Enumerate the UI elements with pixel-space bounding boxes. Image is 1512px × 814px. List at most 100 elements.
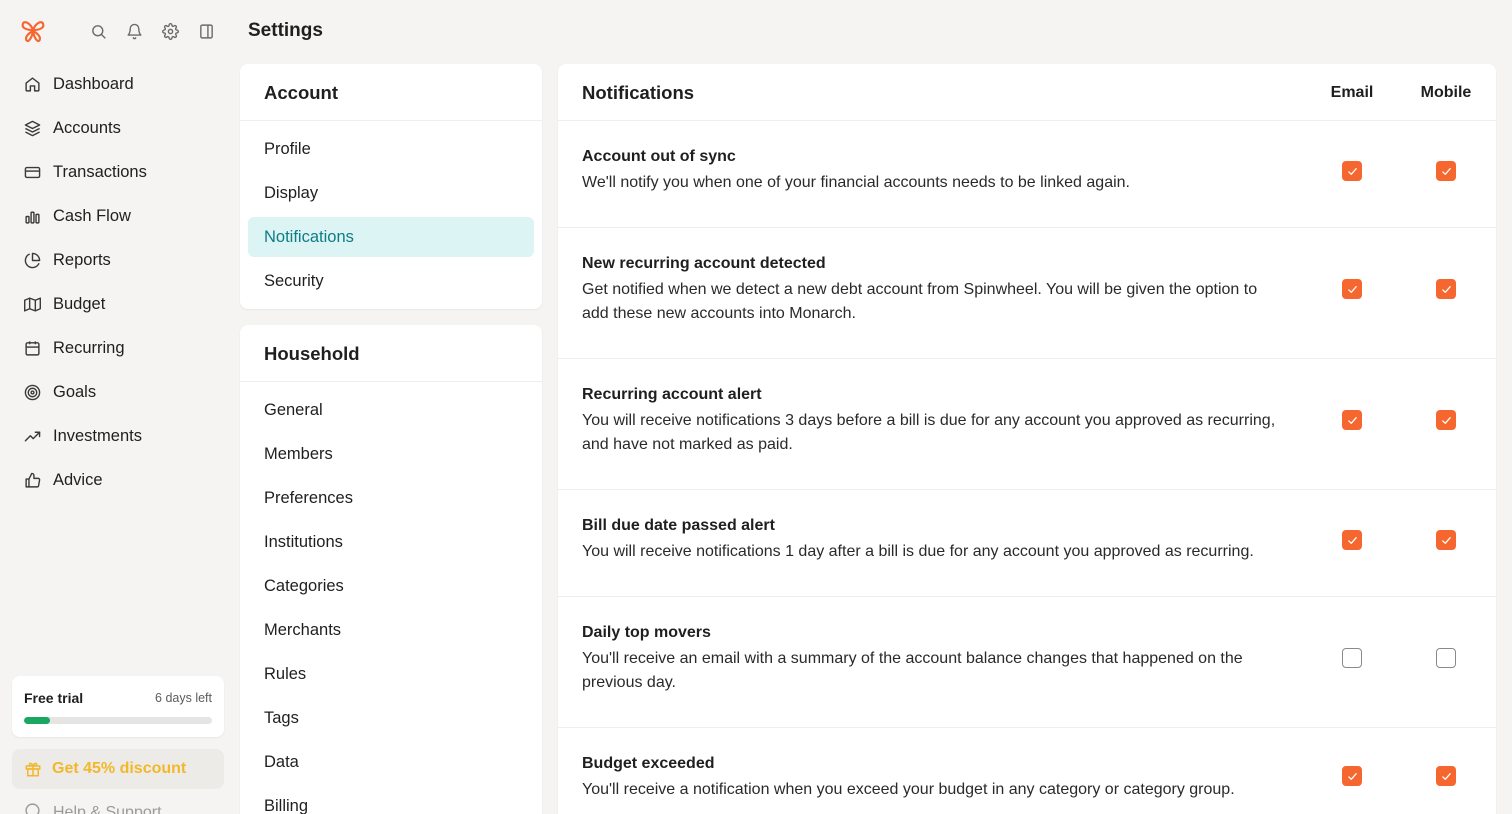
notification-title: New recurring account detected bbox=[582, 255, 826, 272]
account-menu-card: Account Profile Display Notifications Se… bbox=[240, 64, 542, 309]
notification-title: Budget exceeded bbox=[582, 755, 715, 772]
sidebar-item-advice[interactable]: Advice bbox=[12, 458, 224, 502]
layers-icon bbox=[23, 119, 41, 137]
mobile-checkbox[interactable] bbox=[1436, 648, 1456, 668]
sidebar-item-reports[interactable]: Reports bbox=[12, 238, 224, 282]
notification-title: Recurring account alert bbox=[582, 386, 762, 403]
help-label: Help & Support bbox=[53, 804, 162, 814]
notification-description: You'll receive an email with a summary o… bbox=[582, 650, 1243, 691]
household-menu-heading: Household bbox=[240, 325, 542, 382]
target-icon bbox=[23, 383, 41, 401]
trending-up-icon bbox=[23, 427, 41, 445]
notification-description: We'll notify you when one of your financ… bbox=[582, 174, 1130, 191]
notifications-card: Notifications Email Mobile Account out o… bbox=[558, 64, 1496, 814]
discount-button[interactable]: Get 45% discount bbox=[12, 749, 224, 789]
mobile-checkbox[interactable] bbox=[1436, 766, 1456, 786]
page-title: Settings bbox=[248, 20, 323, 41]
sidebar-item-label: Advice bbox=[53, 470, 103, 489]
help-icon bbox=[24, 802, 41, 814]
mobile-checkbox[interactable] bbox=[1436, 410, 1456, 430]
sidebar-item-budget[interactable]: Budget bbox=[12, 282, 224, 326]
sidebar-item-label: Investments bbox=[53, 426, 142, 445]
sidebar-item-label: Dashboard bbox=[53, 74, 134, 93]
email-checkbox[interactable] bbox=[1342, 279, 1362, 299]
sidebar-item-label: Cash Flow bbox=[53, 206, 131, 225]
gear-icon[interactable] bbox=[160, 21, 180, 41]
sidebar-item-label: Budget bbox=[53, 294, 106, 313]
trial-progress-bar bbox=[24, 717, 212, 724]
sidebar-item-dashboard[interactable]: Dashboard bbox=[12, 62, 224, 106]
menu-item-merchants[interactable]: Merchants bbox=[248, 610, 534, 650]
mobile-checkbox[interactable] bbox=[1436, 161, 1456, 181]
notification-row: Budget exceeded You'll receive a notific… bbox=[558, 728, 1496, 814]
email-checkbox[interactable] bbox=[1342, 648, 1362, 668]
notification-title: Account out of sync bbox=[582, 148, 736, 165]
trial-title: Free trial bbox=[24, 690, 84, 706]
sidebar-item-accounts[interactable]: Accounts bbox=[12, 106, 224, 150]
email-column-header: Email bbox=[1330, 84, 1374, 101]
calendar-icon bbox=[23, 339, 41, 357]
menu-item-data[interactable]: Data bbox=[248, 742, 534, 782]
sidebar-item-label: Transactions bbox=[53, 162, 147, 181]
mobile-checkbox[interactable] bbox=[1436, 530, 1456, 550]
household-menu-card: Household General Members Preferences In… bbox=[240, 325, 542, 814]
discount-label: Get 45% discount bbox=[52, 760, 187, 777]
notification-description: You will receive notifications 3 days be… bbox=[582, 412, 1276, 453]
notification-title: Daily top movers bbox=[582, 624, 711, 641]
menu-item-notifications[interactable]: Notifications bbox=[248, 217, 534, 257]
account-menu-heading: Account bbox=[240, 64, 542, 121]
mobile-column-header: Mobile bbox=[1420, 84, 1472, 101]
menu-item-members[interactable]: Members bbox=[248, 434, 534, 474]
menu-item-security[interactable]: Security bbox=[248, 261, 534, 301]
notifications-heading: Notifications bbox=[582, 82, 695, 103]
help-support-link[interactable]: Help & Support bbox=[24, 802, 162, 814]
notification-description: You'll receive a notification when you e… bbox=[582, 781, 1235, 798]
credit-card-icon bbox=[23, 163, 41, 181]
menu-item-institutions[interactable]: Institutions bbox=[248, 522, 534, 562]
sidebar-item-cash-flow[interactable]: Cash Flow bbox=[12, 194, 224, 238]
bell-icon[interactable] bbox=[124, 21, 144, 41]
notification-title: Bill due date passed alert bbox=[582, 517, 775, 534]
logo-icon[interactable] bbox=[18, 16, 48, 46]
menu-item-categories[interactable]: Categories bbox=[248, 566, 534, 606]
email-checkbox[interactable] bbox=[1342, 161, 1362, 181]
home-icon bbox=[23, 75, 41, 93]
email-checkbox[interactable] bbox=[1342, 410, 1362, 430]
notification-row: New recurring account detected Get notif… bbox=[558, 228, 1496, 359]
email-checkbox[interactable] bbox=[1342, 766, 1362, 786]
notification-row: Bill due date passed alert You will rece… bbox=[558, 490, 1496, 597]
notification-row: Account out of sync We'll notify you whe… bbox=[558, 121, 1496, 228]
menu-item-tags[interactable]: Tags bbox=[248, 698, 534, 738]
menu-item-rules[interactable]: Rules bbox=[248, 654, 534, 694]
sidebar-item-goals[interactable]: Goals bbox=[12, 370, 224, 414]
sidebar-top-icons bbox=[18, 16, 216, 46]
menu-item-general[interactable]: General bbox=[248, 390, 534, 430]
sidebar-item-label: Goals bbox=[53, 382, 97, 401]
mobile-checkbox[interactable] bbox=[1436, 279, 1456, 299]
sidebar-item-label: Accounts bbox=[53, 118, 121, 137]
sidebar: Dashboard Accounts Transactions Cash Flo… bbox=[0, 0, 236, 814]
sidebar-nav: Dashboard Accounts Transactions Cash Flo… bbox=[12, 62, 224, 502]
sidebar-item-recurring[interactable]: Recurring bbox=[12, 326, 224, 370]
notification-row: Recurring account alert You will receive… bbox=[558, 359, 1496, 490]
gift-icon bbox=[24, 760, 42, 778]
menu-item-profile[interactable]: Profile bbox=[248, 129, 534, 169]
sidebar-toggle-icon[interactable] bbox=[196, 21, 216, 41]
sidebar-item-investments[interactable]: Investments bbox=[12, 414, 224, 458]
search-icon[interactable] bbox=[88, 21, 108, 41]
menu-item-display[interactable]: Display bbox=[248, 173, 534, 213]
free-trial-card: Free trial 6 days left bbox=[12, 676, 224, 737]
sidebar-item-transactions[interactable]: Transactions bbox=[12, 150, 224, 194]
sidebar-item-label: Reports bbox=[53, 250, 111, 269]
thumbs-up-icon bbox=[23, 471, 41, 489]
notification-row: Daily top movers You'll receive an email… bbox=[558, 597, 1496, 728]
trial-days-left: 6 days left bbox=[155, 691, 212, 705]
email-checkbox[interactable] bbox=[1342, 530, 1362, 550]
menu-item-preferences[interactable]: Preferences bbox=[248, 478, 534, 518]
menu-item-billing[interactable]: Billing bbox=[248, 786, 534, 814]
sidebar-item-label: Recurring bbox=[53, 338, 125, 357]
trial-progress-fill bbox=[24, 717, 51, 724]
notifications-header: Notifications Email Mobile bbox=[558, 64, 1496, 121]
bar-chart-icon bbox=[23, 207, 41, 225]
notification-description: You will receive notifications 1 day aft… bbox=[582, 543, 1254, 560]
